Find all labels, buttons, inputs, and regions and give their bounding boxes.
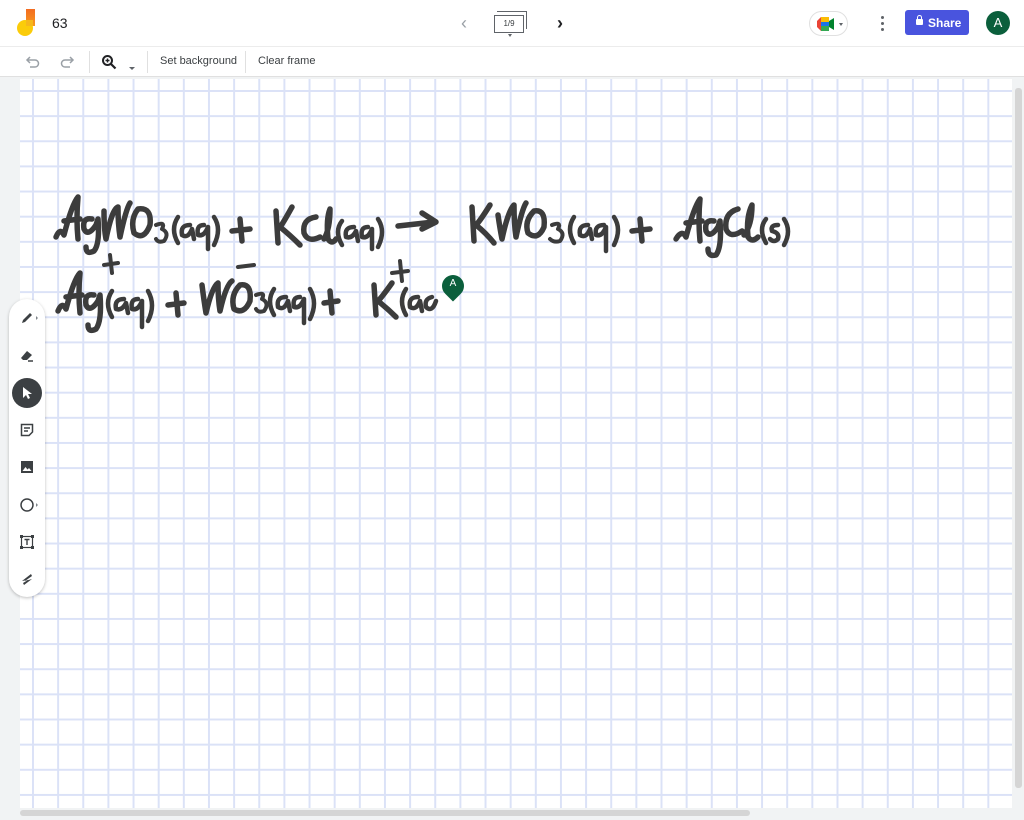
collaborator-initial: A	[449, 278, 457, 289]
account-avatar[interactable]: A	[986, 11, 1010, 35]
image-tool[interactable]	[12, 452, 42, 482]
caret-down-icon	[839, 23, 843, 26]
share-button[interactable]: Share	[905, 10, 969, 35]
top-bar: 63 ‹ 1/9 › Share A	[0, 0, 1024, 46]
whiteboard-canvas[interactable]	[20, 79, 1012, 808]
chevron-left-icon: ‹	[461, 13, 467, 33]
text-box-icon	[20, 535, 34, 549]
undo-button[interactable]	[25, 54, 41, 75]
lock-icon	[916, 15, 923, 25]
redo-button[interactable]	[59, 54, 75, 75]
share-label: Share	[928, 16, 962, 30]
eraser-icon	[21, 351, 33, 362]
clear-frame-button[interactable]: Clear frame	[258, 55, 315, 67]
edit-toolbar: Set background Clear frame	[0, 46, 1024, 77]
image-icon	[21, 461, 33, 473]
handwriting-ink	[53, 194, 791, 334]
expand-arrow-icon	[36, 316, 38, 320]
vertical-scrollbar[interactable]	[1015, 88, 1022, 788]
laser-tool[interactable]	[12, 564, 42, 594]
jamboard-logo[interactable]	[16, 9, 38, 37]
more-options-button[interactable]	[876, 13, 890, 33]
equation-line-1	[53, 194, 791, 259]
sticky-note-icon	[20, 423, 34, 437]
frame-indicator: 1/9	[494, 15, 524, 33]
collaborator-cursor-pin: A	[437, 270, 469, 302]
toolbar-divider	[89, 51, 90, 73]
more-vert-icon	[881, 16, 884, 19]
laser-icon	[22, 574, 32, 585]
equation-line-2	[55, 253, 439, 334]
pointer-icon	[23, 387, 32, 399]
jam-title[interactable]: 63	[52, 15, 68, 31]
frame-bar-toggle[interactable]: 1/9	[492, 10, 530, 38]
sticky-note-tool[interactable]	[12, 415, 42, 445]
pen-tool[interactable]	[12, 303, 42, 333]
undo-icon	[25, 56, 40, 68]
set-background-button[interactable]: Set background	[160, 55, 237, 67]
redo-icon	[60, 56, 75, 68]
next-frame-button[interactable]: ›	[551, 13, 569, 33]
toolbar-divider	[147, 51, 148, 73]
zoom-in-icon	[102, 55, 117, 70]
expand-arrow-icon	[36, 503, 38, 507]
caret-down-icon	[508, 34, 512, 37]
zoom-dropdown[interactable]	[128, 59, 136, 77]
meet-icon	[817, 17, 834, 31]
circle-icon	[20, 498, 34, 512]
meet-button[interactable]	[809, 11, 848, 36]
toolbar-divider	[245, 51, 246, 73]
caret-down-icon	[129, 67, 135, 70]
select-tool[interactable]	[12, 378, 42, 408]
chevron-right-icon: ›	[557, 13, 563, 33]
previous-frame-button[interactable]: ‹	[455, 13, 473, 33]
side-toolbar	[9, 299, 45, 597]
eraser-tool[interactable]	[12, 340, 42, 370]
zoom-button[interactable]	[101, 54, 117, 75]
shape-tool[interactable]	[12, 490, 42, 520]
text-box-tool[interactable]	[12, 527, 42, 557]
horizontal-scrollbar[interactable]	[20, 810, 750, 816]
pen-icon	[22, 313, 32, 323]
